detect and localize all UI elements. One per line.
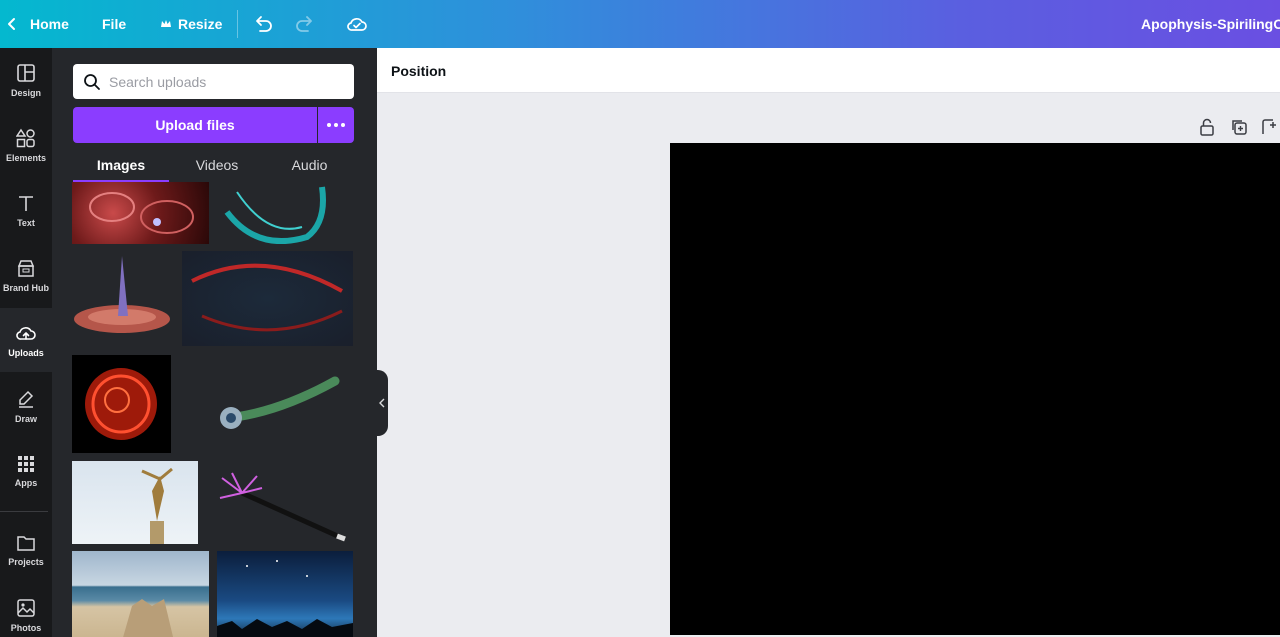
rail-label: Apps [14,477,38,488]
tab-videos[interactable]: Videos [169,148,265,182]
upload-thumbnail[interactable] [182,251,353,346]
home-button[interactable]: Home [30,0,69,48]
lock-icon[interactable] [1197,117,1217,137]
search-icon [84,73,100,90]
rail-item-draw[interactable]: Draw [0,374,52,438]
upload-thumbnail[interactable] [217,182,332,244]
ellipsis-icon [327,123,345,127]
top-bar: Home File Resize Apophysis-SpirilingOut [0,0,1280,48]
brand-icon [17,259,35,277]
side-rail: Design Elements Text Brand Hub Uploads D… [0,48,52,637]
file-menu-button[interactable]: File [102,0,126,48]
rail-divider [0,511,48,512]
upload-thumbnail[interactable] [72,461,198,544]
back-chevron-icon[interactable] [4,0,20,48]
rail-item-text[interactable]: Text [0,178,52,242]
resize-label: Resize [178,16,223,32]
context-toolbar: Position [377,48,1280,93]
more-options-button[interactable] [318,107,354,143]
upload-thumbnail[interactable] [212,468,352,543]
layout-icon [17,63,35,82]
cloud-upload-icon [16,326,36,340]
upload-files-button[interactable]: Upload files [73,107,317,143]
folder-icon [17,535,35,551]
rail-item-photos[interactable]: Photos [0,583,52,637]
rail-item-uploads[interactable]: Uploads [0,308,52,372]
rail-item-brand-hub[interactable]: Brand Hub [0,243,52,307]
rail-item-elements[interactable]: Elements [0,113,52,177]
rail-label: Design [10,87,41,98]
rail-label: Elements [5,152,47,163]
design-canvas-page[interactable] [670,143,1280,635]
rail-label: Text [17,217,35,228]
design-title[interactable]: Apophysis-SpirilingOut [1141,0,1280,48]
tab-audio[interactable]: Audio [265,148,354,182]
rail-label: Uploads [8,347,44,358]
shapes-icon [16,128,35,147]
resize-button[interactable]: Resize [160,0,222,48]
toolbar-divider [237,10,238,38]
image-icon [17,598,35,617]
search-input[interactable] [109,73,349,90]
chevron-left-icon [379,398,385,408]
rail-label: Draw [14,413,37,424]
rail-label: Photos [10,622,42,633]
position-button[interactable]: Position [391,48,446,93]
upload-thumbnail[interactable] [72,355,171,453]
search-box[interactable] [73,64,354,99]
duplicate-page-icon[interactable] [1229,117,1249,137]
pen-icon [19,390,34,408]
grid-icon [18,455,34,472]
rail-item-design[interactable]: Design [0,48,52,112]
rail-label: Projects [8,556,44,567]
rail-item-projects[interactable]: Projects [0,518,52,582]
rail-item-apps[interactable]: Apps [0,439,52,503]
collapse-panel-button[interactable] [376,370,388,436]
uploads-panel: Upload files Images Videos Audio [52,48,377,637]
upload-thumbnail[interactable] [217,551,353,637]
media-tabs: Images Videos Audio [73,148,354,182]
rail-label: Brand Hub [3,282,49,293]
upload-thumbnail[interactable] [207,373,342,443]
undo-icon[interactable] [252,0,274,48]
cloud-saved-icon[interactable] [345,0,369,48]
tab-images[interactable]: Images [73,148,169,182]
crown-icon [161,20,171,27]
add-page-icon[interactable] [1260,117,1280,137]
upload-thumbnail[interactable] [72,251,174,346]
redo-icon[interactable] [294,0,316,48]
upload-thumbnail[interactable] [72,551,209,637]
upload-thumbnail[interactable] [72,182,209,244]
text-icon [19,195,33,211]
